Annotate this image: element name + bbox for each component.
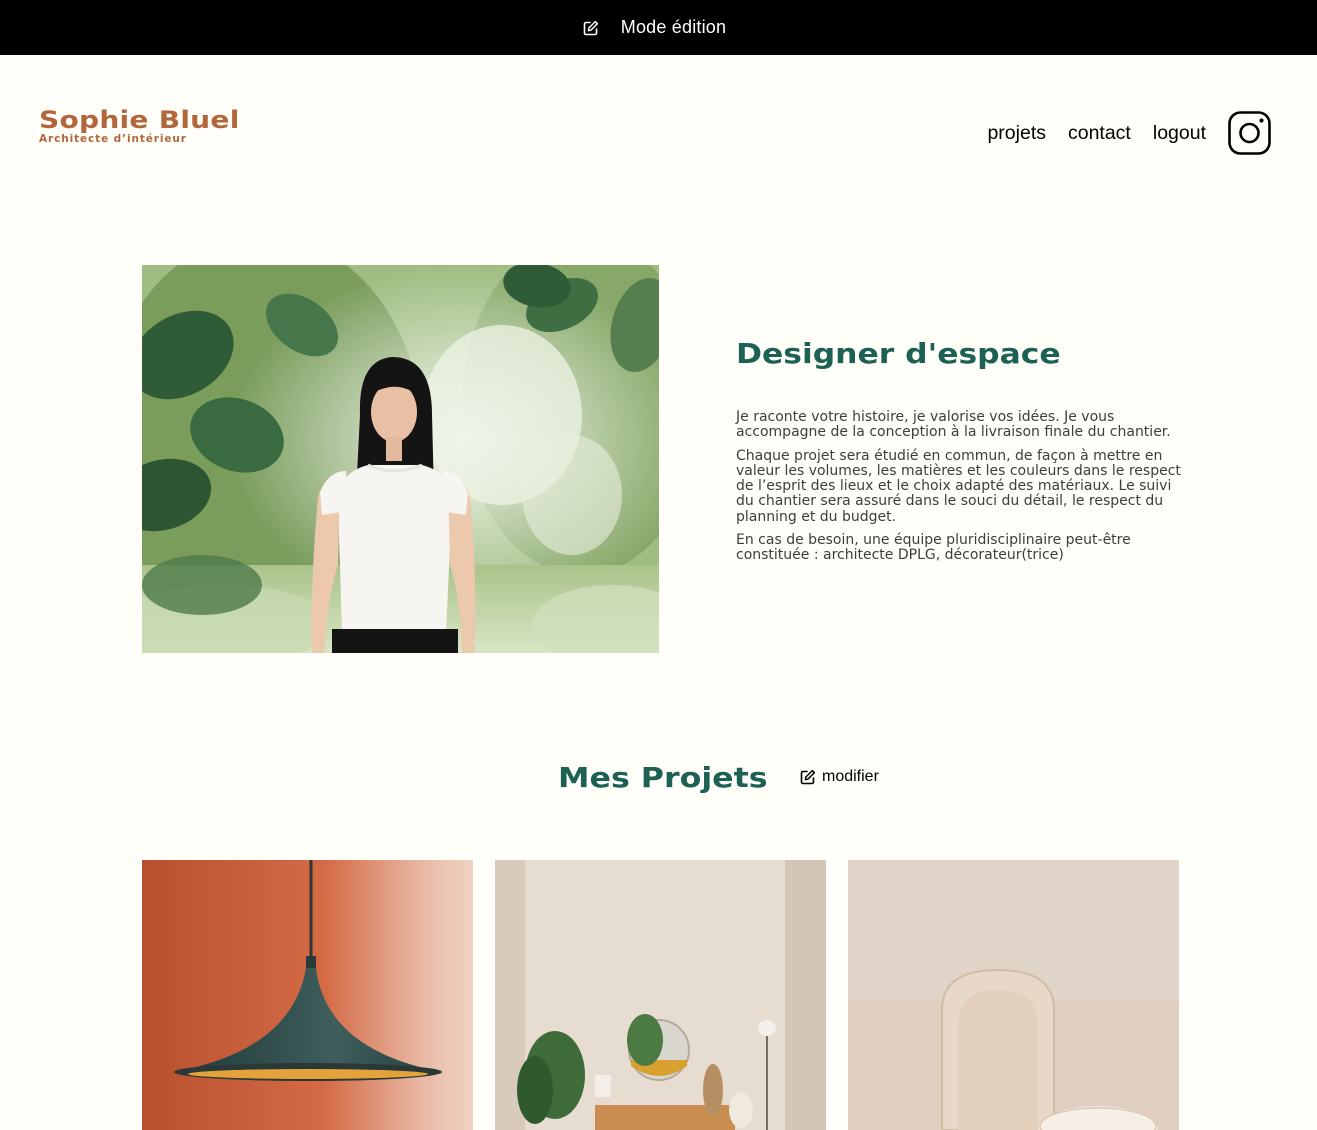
intro-paragraph: Chaque projet sera étudié en commun, de … [736, 447, 1181, 525]
portrait-photo [142, 265, 659, 653]
nav-link-contact[interactable]: contact [1068, 109, 1131, 157]
projects-header: Mes Projets modifier [0, 752, 1317, 804]
instagram-icon[interactable] [1228, 111, 1271, 155]
intro-title: Designer d'espace [736, 337, 1061, 370]
modify-label: modifier [822, 768, 879, 785]
nav-link-projets[interactable]: projets [987, 109, 1046, 157]
edit-mode-label: Mode édition [620, 17, 727, 37]
brand-tagline: Architecte d’intérieur [39, 133, 187, 145]
intro-paragraph: En cas de besoin, une équipe pluridiscip… [736, 532, 1131, 564]
edit-mode-banner: Mode édition [0, 0, 1317, 55]
projects-gallery [142, 860, 1179, 1130]
brand-logo[interactable]: Sophie Bluel Architecte d’intérieur [39, 106, 239, 145]
project-card[interactable] [495, 860, 826, 1130]
main-nav: projets contact logout [965, 109, 1271, 157]
project-card[interactable] [142, 860, 473, 1130]
brand-name: Sophie Bluel [39, 106, 240, 134]
intro-section: Designer d'espace Je raconte votre histo… [736, 334, 1181, 572]
edit-icon [583, 20, 599, 36]
nav-link-logout[interactable]: logout [1153, 109, 1206, 157]
edit-icon [800, 769, 816, 785]
intro-paragraph: Je raconte votre histoire, je valorise v… [736, 409, 1171, 441]
project-card[interactable] [848, 860, 1179, 1130]
modify-projects-button[interactable]: modifier [800, 768, 879, 786]
projects-title: Mes Projets [558, 761, 768, 794]
